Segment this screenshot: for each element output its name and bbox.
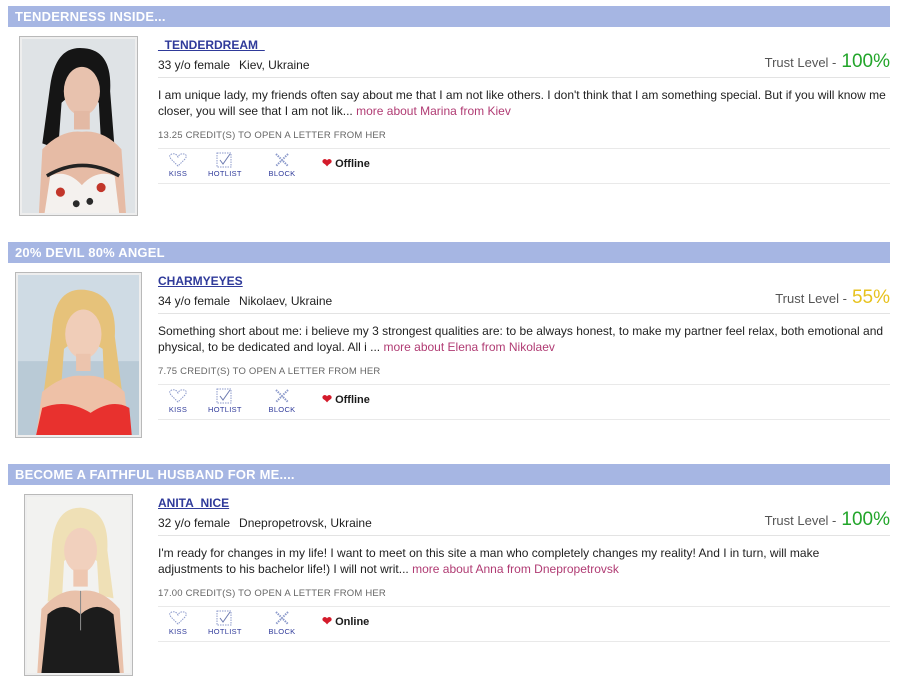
block-button[interactable]: BLOCK (266, 388, 298, 414)
profile-about: I'm ready for changes in my life! I want… (158, 545, 886, 577)
trust-level: Trust Level - 55% (775, 286, 890, 310)
kiss-button[interactable]: KISS (162, 388, 194, 414)
profile-about: Something short about me: i believe my 3… (158, 323, 886, 355)
profile-card: BECOME A FAITHFUL HUSBAND FOR ME.... ANI… (8, 464, 890, 676)
trust-level: Trust Level - 100% (765, 508, 890, 532)
letter-credits: 7.75 CREDIT(S) TO OPEN A LETTER FROM HER (158, 366, 381, 377)
kiss-button[interactable]: KISS (162, 610, 194, 636)
heart-icon: ❤ (322, 156, 333, 170)
heart-outline-icon (169, 611, 187, 625)
hotlist-label: HOTLIST (208, 169, 242, 178)
profile-location: Dnepropetrovsk, Ukraine (239, 516, 372, 530)
profile-about: I am unique lady, my friends often say a… (158, 87, 886, 119)
online-status-text: Offline (335, 158, 370, 170)
heart-icon: ❤ (322, 392, 333, 406)
trust-level-label: Trust Level - (764, 55, 837, 70)
profile-about-text: I am unique lady, my friends often say a… (158, 88, 886, 118)
trust-level: Trust Level - 100% (765, 50, 890, 74)
divider (158, 535, 890, 536)
trust-level-label: Trust Level - (775, 291, 847, 306)
kiss-label: KISS (168, 405, 188, 414)
divider (158, 77, 890, 78)
more-about-link[interactable]: more about Elena from Nikolaev (383, 340, 554, 354)
checkbox-icon (216, 610, 232, 626)
online-status: ❤ Online (322, 614, 369, 628)
block-x-icon (275, 153, 289, 167)
hotlist-button[interactable]: HOTLIST (208, 152, 242, 178)
profile-photo-image (22, 39, 135, 213)
profile-age: 32 y/o female (158, 516, 231, 530)
block-label: BLOCK (268, 627, 296, 636)
profile-card: TENDERNESS INSIDE... _TENDERDREAM_ 33 y/… (8, 6, 890, 216)
trust-level-value: 100% (841, 51, 890, 72)
profile-photo[interactable] (24, 494, 133, 676)
online-status: ❤ Offline (322, 156, 370, 170)
profile-card: 20% DEVIL 80% ANGEL CHARMYEYES 34 y/o fe… (8, 242, 890, 438)
checkbox-icon (216, 388, 232, 404)
online-status-text: Offline (335, 394, 370, 406)
profile-photo-image (27, 497, 130, 673)
profile-age: 33 y/o female (158, 58, 231, 72)
profile-actions: KISS HOTLIST BLOCK ❤ Offline (158, 384, 890, 420)
online-status-text: Online (335, 616, 370, 628)
profile-headline: TENDERNESS INSIDE... (8, 6, 890, 27)
divider (158, 313, 890, 314)
profile-location: Kiev, Ukraine (239, 58, 310, 72)
heart-icon: ❤ (322, 614, 333, 628)
kiss-label: KISS (168, 169, 188, 178)
letter-credits: 13.25 CREDIT(S) TO OPEN A LETTER FROM HE… (158, 130, 386, 141)
block-label: BLOCK (268, 405, 296, 414)
profile-headline: BECOME A FAITHFUL HUSBAND FOR ME.... (8, 464, 890, 485)
profile-photo[interactable] (15, 272, 142, 438)
hotlist-label: HOTLIST (208, 405, 242, 414)
profile-photo-image (18, 275, 139, 435)
hotlist-label: HOTLIST (208, 627, 242, 636)
heart-outline-icon (169, 389, 187, 403)
letter-credits: 17.00 CREDIT(S) TO OPEN A LETTER FROM HE… (158, 588, 386, 599)
profile-location: Nikolaev, Ukraine (239, 294, 333, 308)
block-button[interactable]: BLOCK (266, 610, 298, 636)
kiss-label: KISS (168, 627, 188, 636)
kiss-button[interactable]: KISS (162, 152, 194, 178)
block-button[interactable]: BLOCK (266, 152, 298, 178)
profile-photo[interactable] (19, 36, 138, 216)
more-about-link[interactable]: more about Anna from Dnepropetrovsk (412, 562, 619, 576)
online-status: ❤ Offline (322, 392, 370, 406)
profile-actions: KISS HOTLIST BLOCK ❤ Offline (158, 148, 890, 184)
heart-outline-icon (169, 153, 187, 167)
profile-actions: KISS HOTLIST BLOCK ❤ Online (158, 606, 890, 642)
block-x-icon (275, 611, 289, 625)
profile-age: 34 y/o female (158, 294, 231, 308)
block-x-icon (275, 389, 289, 403)
profile-headline: 20% DEVIL 80% ANGEL (8, 242, 890, 263)
more-about-link[interactable]: more about Marina from Kiev (356, 104, 511, 118)
checkbox-icon (216, 152, 232, 168)
trust-level-value: 55% (851, 287, 890, 308)
trust-level-label: Trust Level - (764, 513, 837, 528)
trust-level-value: 100% (841, 509, 890, 530)
block-label: BLOCK (268, 169, 296, 178)
hotlist-button[interactable]: HOTLIST (208, 388, 242, 414)
hotlist-button[interactable]: HOTLIST (208, 610, 242, 636)
